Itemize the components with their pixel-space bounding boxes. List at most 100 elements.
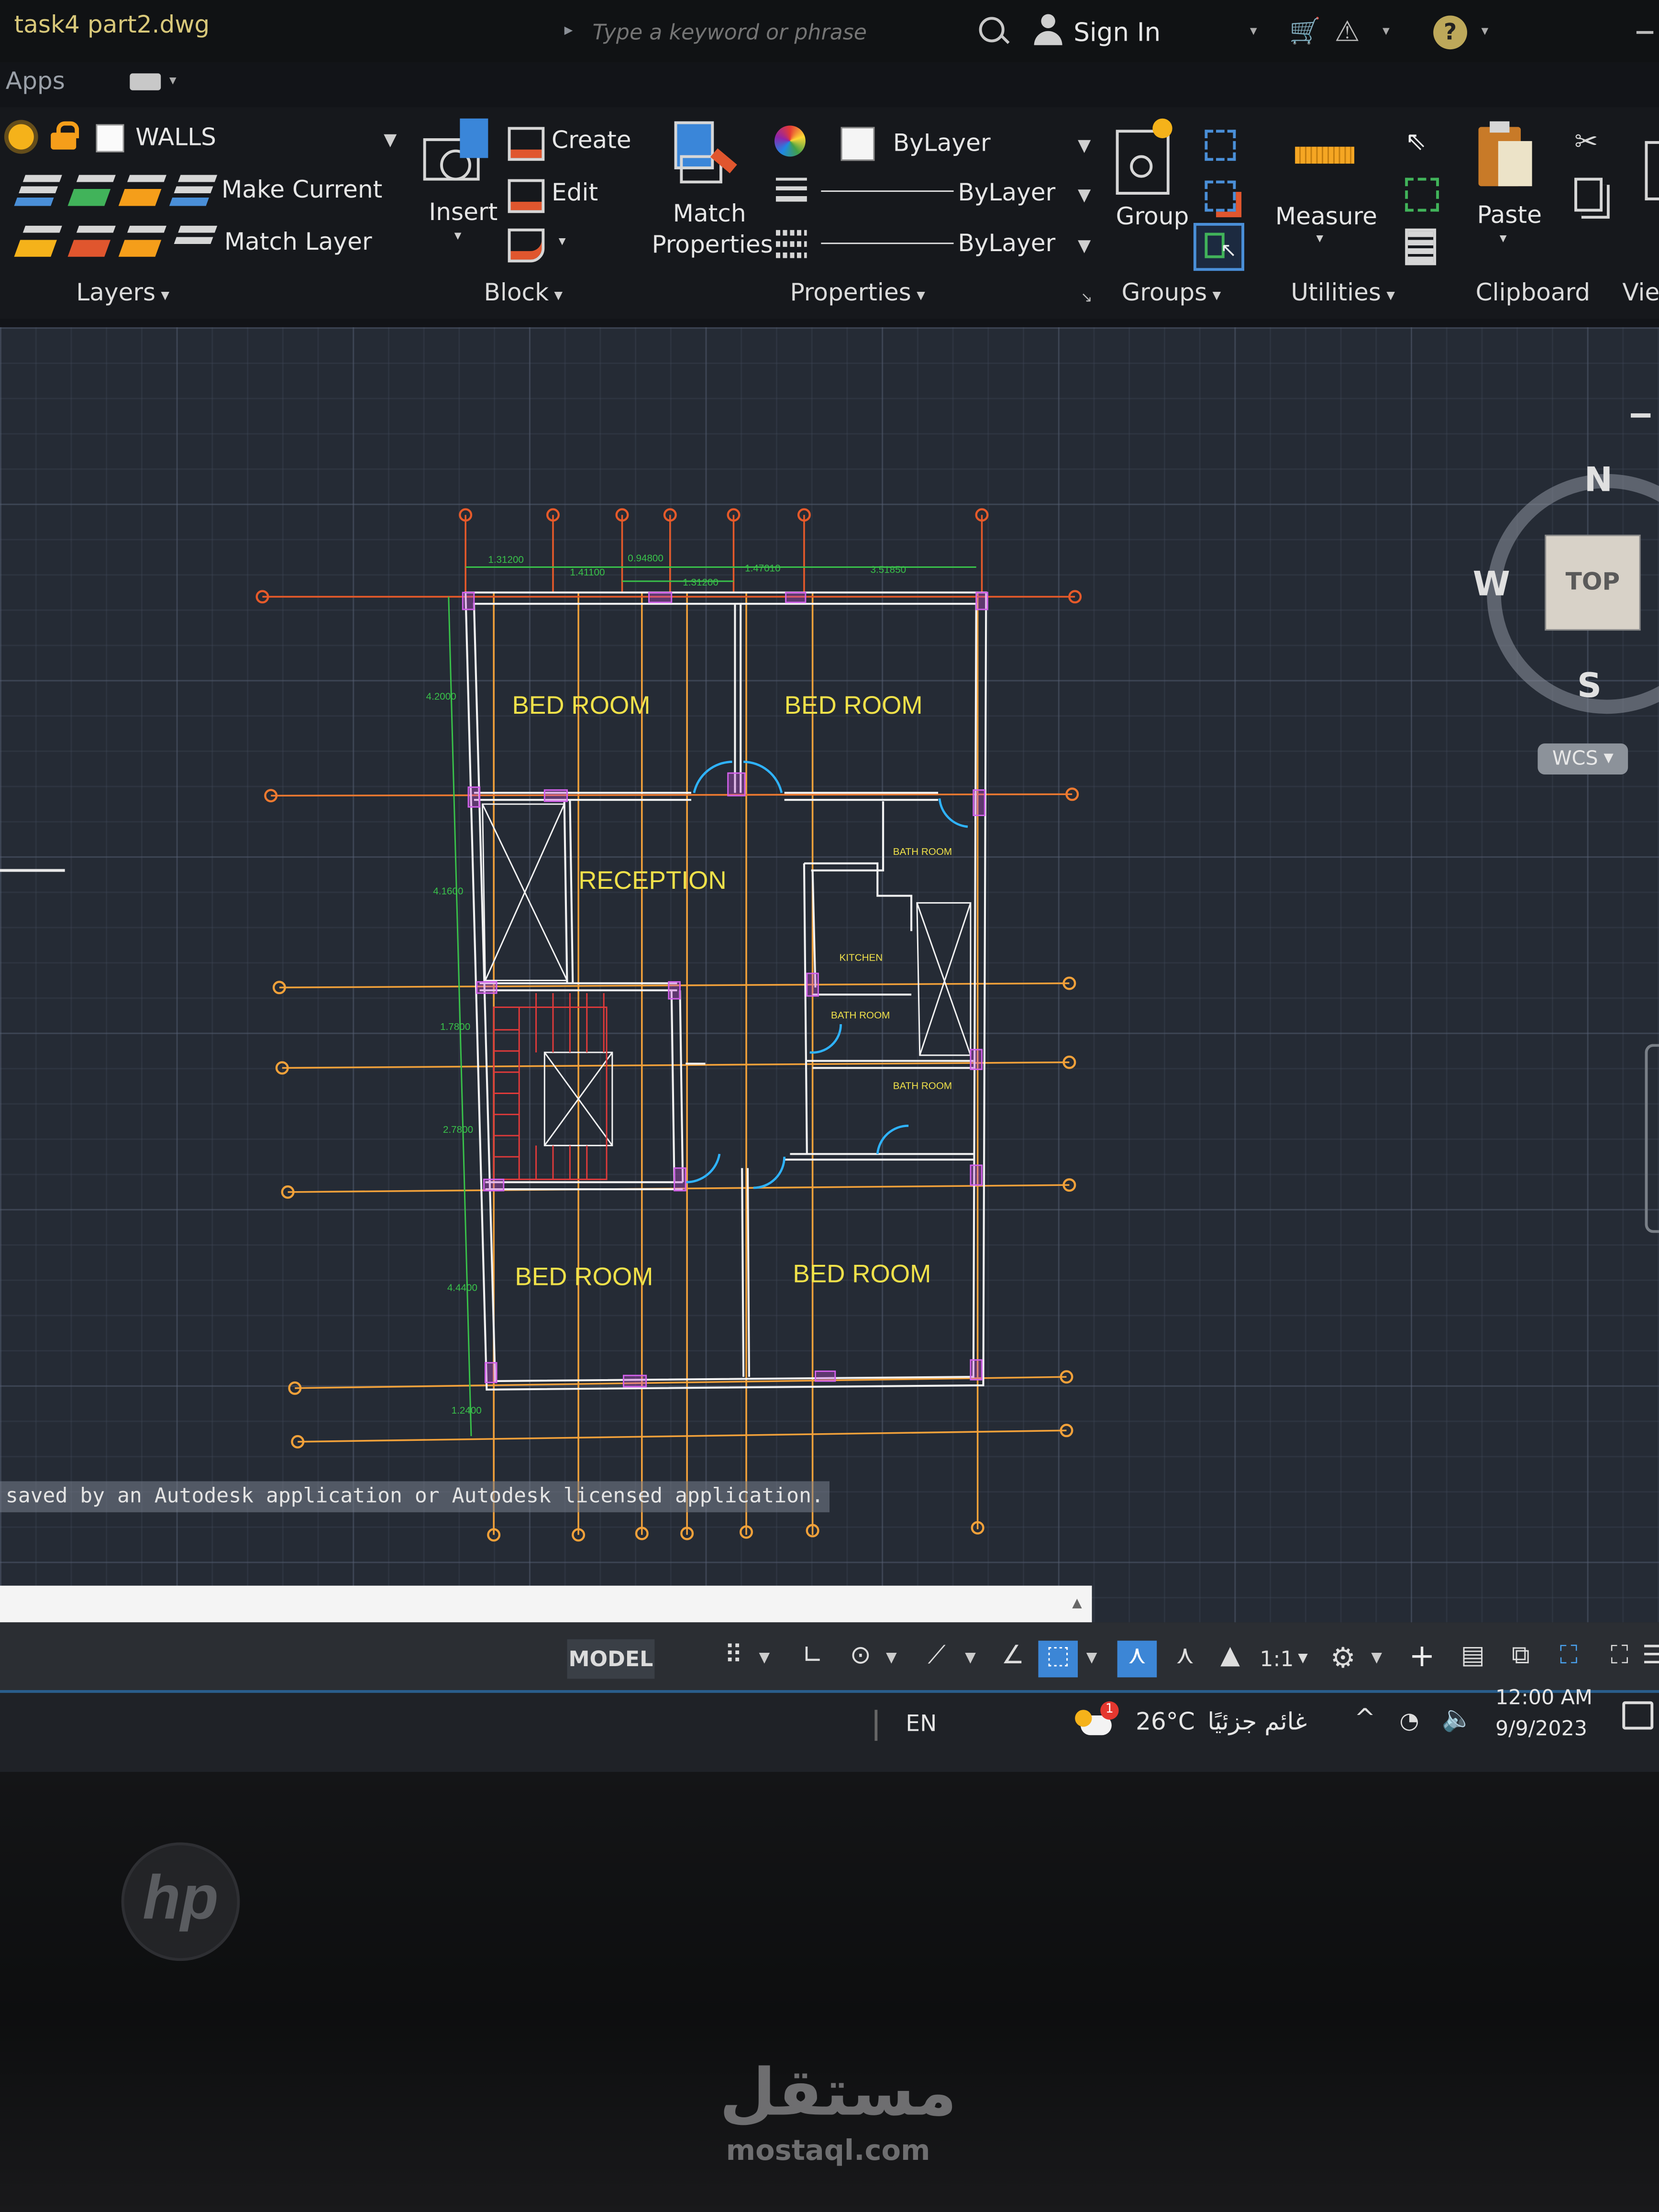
object-snap-tracking-icon[interactable]: ∠ (993, 1641, 1033, 1678)
insert-dropdown-icon[interactable]: ▾ (454, 229, 462, 244)
clock-date[interactable]: 9/9/2023 (1495, 1718, 1587, 1741)
properties-dialog-launcher-icon[interactable]: ↘ (1081, 290, 1093, 306)
clipboard-panel-label[interactable]: Clipboard (1476, 279, 1590, 308)
edit-block-icon[interactable] (508, 179, 545, 213)
floor-plan[interactable]: 1.31200 1.41100 0.94800 1.31200 1.47010 … (0, 327, 1659, 1622)
viewcube-top-face[interactable]: TOP (1546, 536, 1639, 630)
search-input[interactable] (589, 14, 962, 51)
layers-panel-label[interactable]: Layers (76, 279, 169, 308)
customization-menu-icon[interactable]: ☰ (1642, 1641, 1659, 1678)
viewcube-north[interactable]: N (1584, 460, 1613, 499)
wifi-icon[interactable]: ◔ (1399, 1707, 1419, 1734)
annotation-scale-icon[interactable]: ▲ (1210, 1641, 1250, 1678)
view-panel-icon[interactable] (1645, 141, 1659, 200)
units-icon[interactable]: ▤ (1453, 1641, 1493, 1678)
auto-scale-icon[interactable]: ⋏ (1165, 1641, 1205, 1678)
ungroup-icon[interactable] (1205, 130, 1236, 161)
color-wheel-icon[interactable] (774, 125, 806, 157)
group-button[interactable]: Group (1116, 203, 1189, 232)
make-current-button[interactable]: Make Current (221, 177, 382, 205)
sign-in-link[interactable]: Sign In (1073, 18, 1161, 48)
weather-description[interactable]: غائم جزئيًا (1207, 1708, 1307, 1736)
measure-button[interactable]: Measure (1275, 203, 1377, 232)
viewcube-west[interactable]: W (1473, 564, 1510, 604)
ortho-mode-icon[interactable]: ∟ (793, 1641, 832, 1678)
snap-dropdown-icon[interactable]: ▼ (759, 1650, 770, 1666)
quick-select-icon[interactable]: ⇖ (1405, 127, 1436, 158)
group-icon[interactable] (1116, 118, 1172, 195)
tray-chevron-up-icon[interactable]: ^ (1354, 1704, 1376, 1734)
layer-sun-icon[interactable] (8, 124, 34, 150)
match-properties-label-1[interactable]: Match (673, 200, 746, 229)
cart-icon[interactable]: 🛒 (1289, 17, 1321, 46)
user-icon[interactable] (1033, 14, 1064, 48)
object-snap-icon[interactable]: ⬚ (1038, 1640, 1078, 1678)
window-minimize-icon[interactable] (1636, 31, 1654, 34)
help-icon[interactable]: ? (1433, 15, 1467, 50)
linetype-value[interactable]: ByLayer (958, 179, 1055, 208)
layer-dropdown-icon[interactable]: ▼ (384, 130, 397, 149)
measure-ruler-icon[interactable] (1295, 146, 1355, 164)
polar-tracking-icon[interactable]: ⊙ (841, 1641, 881, 1678)
volume-icon[interactable]: 🔈 (1442, 1704, 1473, 1734)
insert-block-icon[interactable] (423, 118, 491, 187)
viewcube-south[interactable]: S (1577, 666, 1602, 706)
linetype-dropdown-icon[interactable]: ▼ (1078, 185, 1091, 204)
help-dropdown-icon[interactable]: ▾ (1481, 24, 1488, 39)
command-history-up-icon[interactable]: ▲ (1072, 1597, 1082, 1611)
paste-dropdown-icon[interactable]: ▾ (1500, 232, 1507, 247)
copy-icon[interactable] (1574, 177, 1603, 212)
search-icon[interactable] (979, 17, 1005, 43)
measure-dropdown-icon[interactable]: ▾ (1316, 232, 1323, 247)
create-block-button[interactable]: Create (552, 127, 631, 155)
isometric-dropdown-icon[interactable]: ▼ (965, 1650, 976, 1666)
annotation-visibility-icon[interactable]: ⋏ (1117, 1640, 1157, 1678)
clean-screen-icon[interactable]: ⛶ (1600, 1641, 1639, 1678)
color-dropdown-icon[interactable]: ▼ (1078, 135, 1091, 155)
lineweight-value[interactable]: ByLayer (958, 230, 1055, 258)
layer-color-swatch[interactable] (96, 124, 124, 153)
insert-button[interactable]: Insert (429, 199, 498, 227)
a360-dropdown-icon[interactable]: ▾ (1382, 24, 1390, 39)
isometric-drafting-icon[interactable]: ⟋ (917, 1641, 957, 1678)
grid-toggle-icon[interactable] (663, 1641, 703, 1678)
wcs-menu[interactable]: WCS ▼ (1537, 743, 1628, 775)
snap-mode-icon[interactable]: ⠿ (714, 1641, 753, 1678)
notifications-icon[interactable] (1622, 1701, 1654, 1730)
select-all-icon[interactable] (1405, 177, 1439, 212)
utilities-panel-label[interactable]: Utilities (1291, 279, 1395, 308)
annotation-monitor-plus-icon[interactable]: + (1402, 1640, 1442, 1678)
block-attribute-dropdown-icon[interactable]: ▾ (559, 234, 566, 250)
block-panel-label[interactable]: Block (484, 279, 563, 308)
workspace-gear-icon[interactable]: ⚙ (1323, 1641, 1363, 1678)
color-swatch[interactable] (841, 127, 875, 161)
block-attribute-icon[interactable] (508, 228, 545, 263)
autodesk-a360-icon[interactable]: ⚠ (1335, 14, 1360, 48)
navigation-bar-edge[interactable] (1645, 1044, 1659, 1233)
annotation-scale-button[interactable]: 1:1 ▼ (1259, 1639, 1309, 1679)
edit-block-button[interactable]: Edit (552, 179, 598, 208)
tab-apps[interactable]: Apps (6, 68, 65, 96)
cut-icon[interactable]: ✂ (1574, 124, 1598, 158)
sign-in-dropdown-icon[interactable]: ▾ (1250, 24, 1257, 39)
lock-ui-icon[interactable]: ⛶ (1549, 1641, 1589, 1678)
workspace-dropdown-icon[interactable]: ▼ (1371, 1650, 1382, 1666)
clock-time[interactable]: 12:00 AM (1495, 1687, 1593, 1710)
weather-temperature[interactable]: 26°C (1136, 1708, 1195, 1736)
weather-icon[interactable]: 1 (1075, 1701, 1119, 1741)
language-indicator[interactable]: EN (906, 1710, 937, 1736)
group-edit-icon[interactable] (1205, 180, 1236, 212)
calculator-icon[interactable] (1405, 228, 1437, 265)
create-block-icon[interactable] (508, 127, 545, 161)
quick-properties-icon[interactable]: ⧉ (1501, 1641, 1541, 1678)
match-layer-button[interactable]: Match Layer (224, 229, 372, 257)
view-panel-label[interactable]: Vie (1622, 279, 1659, 308)
match-properties-label-2[interactable]: Properties (652, 232, 773, 260)
command-input[interactable] (0, 1585, 1092, 1623)
tab-overflow-dropdown-icon[interactable]: ▾ (169, 73, 177, 88)
groups-panel-label[interactable]: Groups (1121, 279, 1221, 308)
paste-icon[interactable] (1478, 121, 1535, 195)
linetype-icon[interactable] (775, 230, 807, 258)
polar-dropdown-icon[interactable]: ▼ (886, 1650, 897, 1666)
current-layer-name[interactable]: WALLS (135, 124, 216, 153)
